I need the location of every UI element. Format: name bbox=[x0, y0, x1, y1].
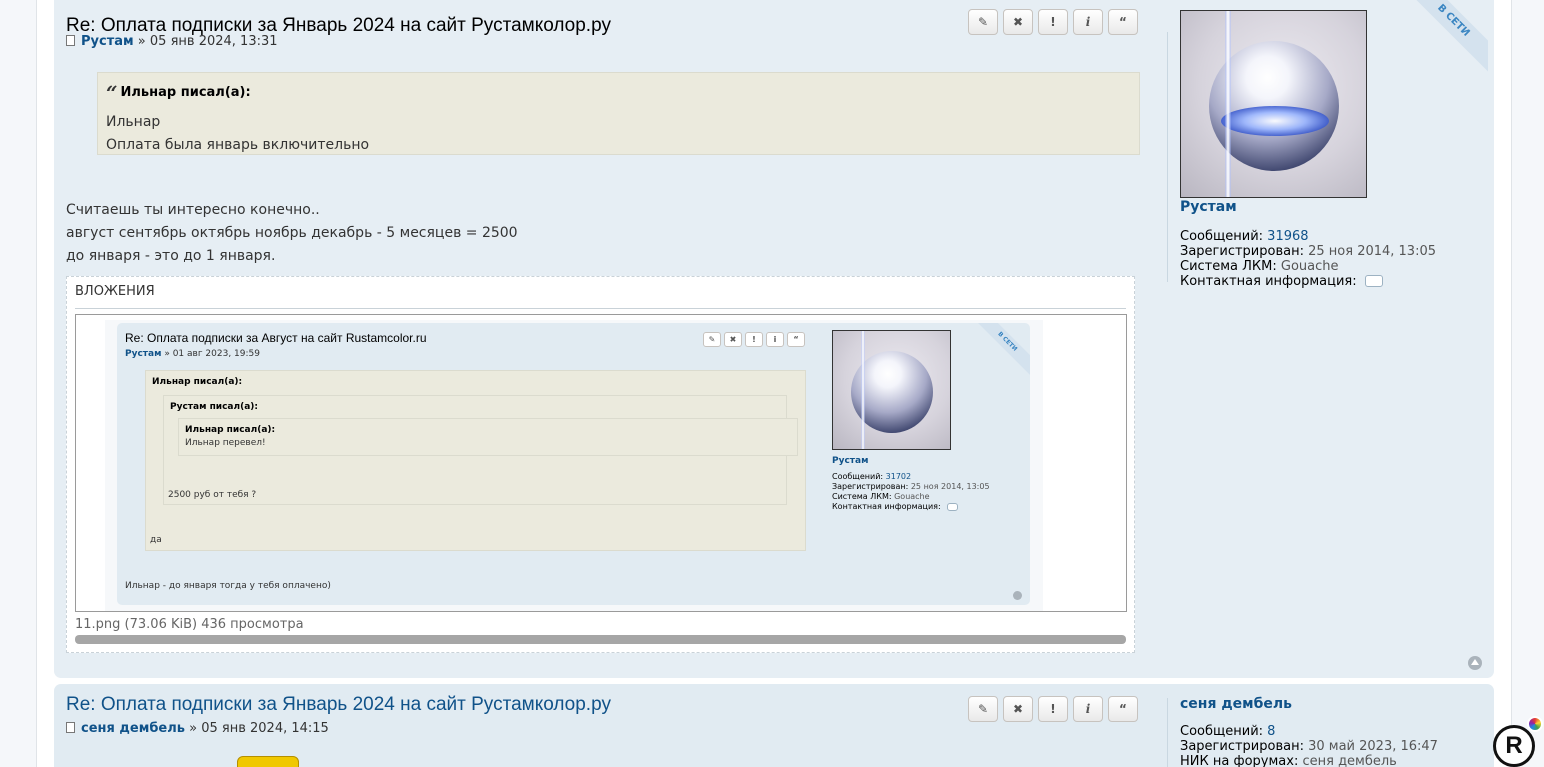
screenshot-avatar bbox=[832, 330, 951, 450]
registered-mark-icon[interactable]: R bbox=[1493, 725, 1535, 767]
content-line: Считаешь ты интересно конечно.. bbox=[66, 202, 320, 218]
divider bbox=[75, 308, 1126, 309]
post-icon[interactable] bbox=[66, 35, 75, 46]
screenshot-author-line: Рустам » 01 авг 2023, 19:59 bbox=[125, 349, 260, 359]
post: Re: Оплата подписки за Январь 2024 на са… bbox=[54, 684, 1494, 767]
post-author-line: сеня дембель » 05 янв 2024, 14:15 bbox=[66, 721, 329, 736]
screenshot-nested-quote: Рустам писал(а): Ильнар писал(а): Ильнар… bbox=[163, 395, 798, 505]
delete-button[interactable]: ✖ bbox=[1003, 9, 1033, 35]
quote-button[interactable]: “ bbox=[1108, 9, 1138, 35]
profile-divider bbox=[1167, 32, 1168, 282]
quote-cite: Ильнар писал(а): bbox=[185, 425, 276, 435]
info-icon: i bbox=[766, 332, 784, 347]
quote-button[interactable]: “ bbox=[1108, 696, 1138, 722]
post-buttons: ✎ ✖ ! i “ bbox=[968, 9, 1138, 35]
post-author-line: Рустам » 05 янв 2024, 13:31 bbox=[66, 34, 278, 49]
post-buttons: ✎ ✖ ! i “ bbox=[968, 696, 1138, 722]
attachment-file-info: 11.png (73.06 KiB) 436 просмотра bbox=[75, 617, 304, 632]
quote-line: Ильнар bbox=[106, 114, 161, 130]
profile-divider bbox=[1167, 698, 1168, 767]
attachments-header: ВЛОЖЕНИЯ bbox=[75, 284, 155, 299]
screenshot-online-badge: В СЕТИ bbox=[970, 323, 1030, 383]
posts-count-link[interactable]: 31968 bbox=[1267, 229, 1308, 244]
report-button[interactable]: ! bbox=[1038, 9, 1068, 35]
delete-button[interactable]: ✖ bbox=[1003, 696, 1033, 722]
back-to-top-icon[interactable] bbox=[1468, 656, 1482, 670]
profile-info: Сообщений: 31968 Зарегистрирован: 25 ноя… bbox=[1180, 229, 1437, 289]
quote-text: Ильнар перевел! bbox=[185, 438, 266, 448]
online-badge: В СЕТИ bbox=[1392, 0, 1488, 88]
back-to-top-icon bbox=[1013, 591, 1022, 600]
contact-icon[interactable] bbox=[1364, 275, 1383, 287]
screenshot-content: Re: Оплата подписки за Август на сайт Ru… bbox=[105, 320, 1043, 611]
quote-cite: Рустам писал(а): bbox=[170, 402, 259, 412]
edit-icon: ✎ bbox=[703, 332, 721, 347]
screenshot-buttons: ✎ ✖ ! i “ bbox=[703, 332, 805, 347]
author-link[interactable]: Рустам bbox=[81, 34, 134, 49]
quote-text: да bbox=[150, 535, 162, 545]
quote-text: 2500 руб от тебя ? bbox=[168, 490, 257, 500]
edit-button[interactable]: ✎ bbox=[968, 696, 998, 722]
blockquote: “Ильнар писал(а): Ильнар Оплата была янв… bbox=[97, 72, 1140, 155]
report-icon: ! bbox=[745, 332, 763, 347]
profile-name[interactable]: сеня дембель bbox=[1180, 696, 1292, 712]
screenshot-quote: Ильнар писал(а): Рустам писал(а): Ильнар… bbox=[145, 370, 806, 551]
delete-icon: ✖ bbox=[724, 332, 742, 347]
post-date: 05 янв 2024, 14:15 bbox=[201, 721, 329, 736]
contact-icon bbox=[947, 503, 959, 511]
content-line: август сентябрь октябрь ноябрь декабрь -… bbox=[66, 225, 518, 241]
horizontal-scrollbar[interactable] bbox=[75, 635, 1126, 644]
quote-cite: Ильнар писал(а): bbox=[152, 377, 243, 387]
profile-name[interactable]: Рустам bbox=[1180, 199, 1237, 215]
posts-count-link[interactable]: 8 bbox=[1267, 724, 1275, 739]
quote-mark-icon: “ bbox=[106, 81, 118, 105]
avatar[interactable] bbox=[1180, 10, 1367, 198]
smiley-image bbox=[237, 756, 299, 767]
quote-cite: “Ильнар писал(а): bbox=[106, 81, 251, 105]
info-button[interactable]: i bbox=[1073, 9, 1103, 35]
post: Re: Оплата подписки за Январь 2024 на са… bbox=[54, 0, 1494, 678]
info-button[interactable]: i bbox=[1073, 696, 1103, 722]
author-link[interactable]: сеня дембель bbox=[81, 721, 185, 736]
post-date: 05 янв 2024, 13:31 bbox=[149, 34, 278, 49]
quote-line: Оплата была январь включительно bbox=[106, 137, 370, 153]
quote-icon: “ bbox=[787, 332, 805, 347]
color-wheel-icon bbox=[1527, 716, 1543, 732]
post-title[interactable]: Re: Оплата подписки за Январь 2024 на са… bbox=[66, 694, 611, 716]
screenshot-profile-name: Рустам bbox=[832, 456, 869, 466]
profile-info: Сообщений: 8 Зарегистрирован: 30 май 202… bbox=[1180, 724, 1438, 767]
screenshot-body: Ильнар - до января тогда у тебя оплачено… bbox=[125, 581, 331, 591]
post-icon[interactable] bbox=[66, 722, 75, 733]
screenshot-post: Re: Оплата подписки за Август на сайт Ru… bbox=[117, 323, 1030, 605]
report-button[interactable]: ! bbox=[1038, 696, 1068, 722]
separator: » bbox=[137, 34, 146, 49]
screenshot-profile-info: Сообщений: 31702 Зарегистрирован: 25 ноя… bbox=[832, 472, 990, 511]
attachments-box: ВЛОЖЕНИЯ Re: Оплата подписки за Август н… bbox=[66, 276, 1135, 653]
content-line: до января - это до 1 января. bbox=[66, 248, 276, 264]
edit-button[interactable]: ✎ bbox=[968, 9, 998, 35]
separator: » bbox=[189, 721, 198, 736]
attachment-image[interactable]: Re: Оплата подписки за Август на сайт Ru… bbox=[75, 314, 1127, 612]
screenshot-nested-quote: Ильнар писал(а): Ильнар перевел! bbox=[178, 418, 798, 456]
screenshot-title: Re: Оплата подписки за Август на сайт Ru… bbox=[125, 331, 427, 345]
post-content: Считаешь ты интересно конечно.. август с… bbox=[66, 199, 518, 268]
